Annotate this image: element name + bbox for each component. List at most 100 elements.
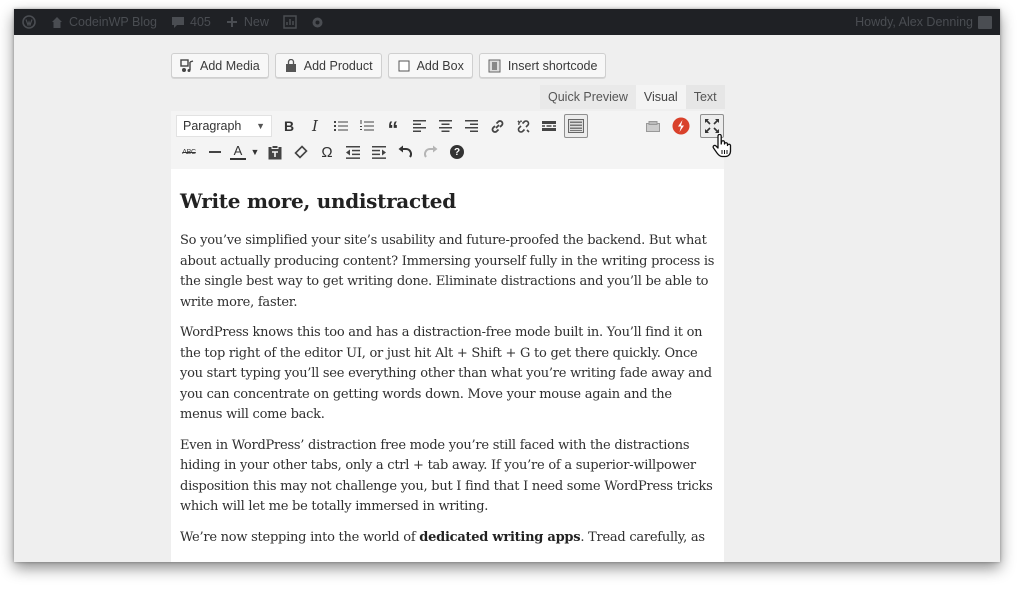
toolbar-row-1: Paragraph ▼ B I “	[176, 114, 588, 142]
undo-icon	[398, 145, 412, 158]
admin-bar: CodeinWP Blog 405 New Howdy, Alex Dennin	[14, 9, 1000, 35]
read-more-icon	[542, 121, 556, 131]
horizontal-line-button[interactable]	[202, 140, 228, 164]
hand-cursor-icon	[712, 133, 734, 163]
add-media-button[interactable]: Add Media	[171, 53, 269, 78]
new-content-menu[interactable]: New	[225, 15, 269, 29]
horizontal-line-icon	[209, 151, 221, 153]
blockquote-button[interactable]: “	[380, 114, 406, 142]
greeting: Howdy, Alex Denning	[855, 15, 973, 29]
paste-as-text-button[interactable]	[262, 140, 288, 164]
shortcode-icon	[488, 59, 502, 73]
blockquote-icon: “	[387, 117, 399, 142]
align-left-icon	[412, 120, 426, 132]
content-paragraph: WordPress knows this too and has a distr…	[180, 325, 712, 422]
insert-link-button[interactable]	[484, 114, 510, 138]
special-character-button[interactable]: Ω	[314, 140, 340, 164]
text-color-button[interactable]: A	[228, 140, 248, 164]
wordpress-logo-icon	[22, 15, 36, 29]
tab-visual[interactable]: Visual	[635, 85, 686, 109]
keyboard-shortcuts-button[interactable]: ?	[444, 140, 470, 164]
media-buttons: Add Media Add Product Add Box Insert sho…	[171, 53, 607, 78]
shield-chart-icon	[283, 15, 297, 29]
tab-text[interactable]: Text	[685, 85, 725, 109]
comments-menu[interactable]: 405	[171, 15, 211, 29]
site-name: CodeinWP Blog	[69, 15, 158, 29]
content-paragraph-last: We’re now stepping into the world of ded…	[180, 528, 716, 549]
keyboard-icon	[568, 119, 584, 133]
format-select[interactable]: Paragraph ▼	[176, 115, 272, 137]
add-media-label: Add Media	[200, 58, 260, 73]
lightning-icon	[672, 117, 690, 135]
stats-menu[interactable]	[283, 15, 297, 29]
numbered-list-icon	[360, 120, 374, 131]
wp-logo-menu[interactable]	[22, 15, 36, 29]
clipboard-icon	[268, 144, 282, 159]
editor-content[interactable]: Write more, undistracted So you’ve simpl…	[171, 169, 724, 562]
format-select-value: Paragraph	[183, 119, 242, 133]
last-paragraph-after: . Tread carefully, as	[580, 529, 705, 545]
fullscreen-icon	[705, 119, 719, 133]
plus-icon	[225, 15, 239, 29]
align-right-icon	[464, 120, 478, 132]
shortcode-box-button[interactable]	[640, 114, 666, 138]
new-label: New	[243, 15, 269, 29]
chevron-down-icon: ▼	[256, 121, 265, 131]
undo-button[interactable]	[392, 140, 418, 164]
square-outline-icon	[397, 59, 411, 73]
bold-button[interactable]: B	[276, 114, 302, 138]
increase-indent-button[interactable]	[366, 140, 392, 164]
media-icon	[180, 58, 194, 73]
last-paragraph-before: We’re now stepping into the world of	[180, 529, 420, 545]
content-paragraph: Even in WordPress’ distraction free mode…	[180, 437, 713, 515]
bulleted-list-icon	[334, 121, 348, 131]
decrease-indent-button[interactable]	[340, 140, 366, 164]
clear-formatting-button[interactable]	[288, 140, 314, 164]
gear-icon	[311, 15, 325, 29]
add-product-label: Add Product	[303, 58, 373, 73]
unlink-icon	[516, 119, 530, 133]
add-box-button[interactable]: Add Box	[387, 53, 473, 78]
read-more-button[interactable]	[536, 114, 562, 138]
account-menu[interactable]: Howdy, Alex Denning	[855, 15, 992, 29]
italic-icon: I	[312, 117, 318, 135]
insert-shortcode-button[interactable]: Insert shortcode	[478, 53, 607, 78]
dedicated-writing-apps-bold: dedicated writing apps	[419, 529, 581, 545]
user-avatar-icon	[978, 15, 992, 29]
omega-icon: Ω	[321, 143, 333, 161]
align-left-button[interactable]	[406, 114, 432, 138]
align-right-button[interactable]	[458, 114, 484, 138]
align-center-icon	[438, 120, 452, 132]
strikethrough-icon: ABC	[182, 148, 196, 156]
outdent-icon	[346, 145, 360, 159]
home-icon	[50, 15, 64, 29]
shortcode-box-icon	[646, 120, 660, 132]
editor-tabs: Quick Preview Visual Text	[540, 85, 725, 109]
numbered-list-button[interactable]	[354, 114, 380, 138]
settings-menu[interactable]	[311, 15, 325, 29]
lightning-plugin-button[interactable]	[668, 114, 694, 138]
strikethrough-button[interactable]: ABC	[176, 140, 202, 164]
redo-button[interactable]	[418, 140, 444, 164]
comments-icon	[171, 15, 185, 29]
text-color-swatch	[230, 158, 246, 160]
content-heading: Write more, undistracted	[180, 189, 456, 213]
help-icon: ?	[450, 145, 464, 159]
italic-button[interactable]: I	[302, 114, 328, 138]
text-color-icon: A	[233, 143, 243, 158]
indent-icon	[372, 145, 386, 159]
toolbar-toggle-button[interactable]	[564, 114, 588, 138]
toolbar-row-2: ABC A ▼ Ω ?	[176, 140, 470, 164]
browser-window: CodeinWP Blog 405 New Howdy, Alex Dennin	[14, 9, 1000, 562]
redo-icon	[424, 145, 438, 158]
tab-quick-preview[interactable]: Quick Preview	[540, 85, 636, 109]
add-product-button[interactable]: Add Product	[274, 53, 382, 78]
align-center-button[interactable]	[432, 114, 458, 138]
text-color-dropdown[interactable]: ▼	[248, 140, 262, 164]
add-box-label: Add Box	[416, 58, 464, 73]
remove-link-button[interactable]	[510, 114, 536, 138]
shopping-bag-icon	[284, 58, 298, 73]
bulleted-list-button[interactable]	[328, 114, 354, 138]
link-icon	[491, 119, 503, 133]
site-name-menu[interactable]: CodeinWP Blog	[50, 15, 157, 29]
